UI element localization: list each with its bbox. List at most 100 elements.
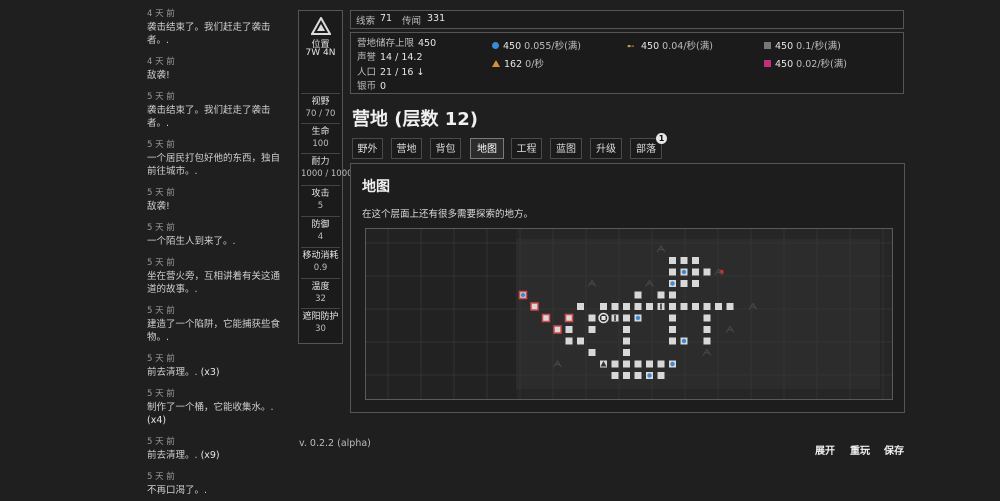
tab-label: 蓝图 [556, 144, 576, 155]
map-cell [646, 303, 653, 310]
log-text: 坐在营火旁，互相讲着有关这通道的故事。. [147, 271, 281, 295]
map-cell [669, 291, 676, 299]
tab-camp[interactable]: 营地 [391, 138, 422, 159]
clues-value: 71 [380, 13, 393, 24]
log-time: 5 天 前 [147, 258, 175, 268]
log-time: 5 天 前 [147, 188, 175, 198]
log-text: 敌袭! [147, 70, 170, 81]
map-canvas[interactable] [366, 229, 892, 399]
magenta-square-icon [764, 60, 771, 67]
log-text: 前去清理。. (x3) [147, 367, 220, 378]
map-cell [703, 268, 711, 276]
tab-label: 升级 [596, 144, 616, 155]
stat-health: 生命 100 [301, 123, 340, 150]
resource-item: 450 0.055/秒(满) [492, 38, 581, 52]
log-entry: 4 天 前袭击结束了。我们赶走了袭击者。. [147, 8, 287, 47]
clues-label: 线索 [356, 16, 376, 27]
stat-vision: 视野 70 / 70 [301, 93, 340, 120]
tab-wilderness[interactable]: 野外 [352, 138, 383, 159]
tab-engineering[interactable]: 工程 [511, 138, 542, 159]
map-cell [703, 326, 711, 333]
resource-amount: 162 [504, 59, 523, 70]
log-text: 建造了一个陷阱，它能捕获些食物。. [147, 319, 281, 343]
stat-value: 5 [317, 201, 324, 211]
tab-tribe[interactable]: 部落 1 [630, 133, 667, 159]
map-cell [623, 349, 630, 356]
tab-upgrade[interactable]: 升级 [590, 138, 622, 159]
blue-dot-icon [492, 42, 499, 49]
tab-label: 地图 [477, 144, 497, 155]
panel-description: 在这个层面上还有很多需要探索的地方。 [362, 209, 534, 220]
resource-panel: 营地储存上限 450 声誉 14 / 14.2 人口 21 / 16 ↓ 银币 0 45… [350, 32, 904, 94]
restart-button[interactable]: 重玩 [850, 442, 870, 457]
map-panel: 地图 在这个层面上还有很多需要探索的地方。 [350, 163, 905, 413]
map-resource-dot [681, 338, 687, 344]
tab-backpack[interactable]: 背包 [430, 138, 461, 159]
resource-rate: 0.02/秒(满) [796, 59, 847, 70]
map-cell [634, 360, 642, 368]
resource-rate: 0.04/秒(满) [662, 41, 713, 52]
map-cell [611, 372, 619, 379]
silver-value: 0 [380, 81, 387, 92]
map-resource-dot [670, 281, 675, 286]
reputation-row: 声誉 14 / 14.2 [357, 49, 423, 63]
logo-icon [311, 17, 331, 35]
map-cell [669, 303, 676, 310]
stat-key: 防御 [311, 220, 330, 230]
map-cell [669, 314, 676, 322]
resource-rate: 0.055/秒(满) [524, 41, 581, 52]
log-time: 5 天 前 [147, 354, 175, 364]
log-text: 制作了一个桶，它能收集水。. (x4) [147, 402, 274, 426]
tab-map[interactable]: 地图 [470, 138, 504, 159]
map-cell [669, 268, 676, 276]
map-path-cell [553, 325, 562, 334]
map-cell [588, 326, 596, 333]
map-resource-dot [647, 373, 652, 378]
stat-key: 生命 [311, 127, 330, 137]
log-text: 袭击结束了。我们赶走了袭击者。. [147, 105, 271, 129]
log-count: (x3) [200, 367, 220, 378]
map-resource-dot [635, 315, 641, 321]
map-cell [577, 303, 584, 310]
map-cell [692, 257, 699, 264]
resource-item: 450 0.1/秒(满) [764, 38, 841, 52]
map-cell [600, 303, 607, 310]
population-label: 人口 [357, 67, 377, 78]
stat-defense: 防御 4 [301, 216, 340, 243]
stat-key: 温度 [311, 282, 330, 292]
orange-triangle-icon [492, 60, 500, 67]
map-cell [680, 257, 688, 264]
tab-label: 野外 [357, 144, 378, 155]
log-text: 袭击结束了。我们赶走了袭击者。. [147, 22, 271, 46]
map-resource-dot [681, 269, 687, 275]
expand-button[interactable]: 展开 [815, 442, 835, 457]
stat-value: 70 / 70 [305, 109, 336, 119]
reputation-label: 声誉 [357, 52, 377, 63]
map-resource-dot [670, 361, 675, 367]
tab-blueprint[interactable]: 蓝图 [550, 138, 582, 159]
stat-value: 1000 / 1000 ↑ [301, 169, 363, 179]
tab-label: 营地 [396, 144, 417, 155]
level-map[interactable] [365, 228, 893, 400]
log-entry: 5 天 前前去清理。. (x9) [147, 436, 287, 462]
log-entry: 5 天 前前去清理。. (x3) [147, 353, 287, 379]
map-cell [692, 280, 699, 287]
map-cell [669, 326, 676, 333]
map-cell [669, 257, 676, 264]
silver-row: 银币 0 [357, 78, 386, 92]
map-cell [611, 303, 619, 310]
log-text: 前去清理。. (x9) [147, 450, 220, 461]
map-cell [611, 360, 619, 368]
map-path-cell [530, 302, 539, 311]
map-cell [623, 360, 630, 368]
stat-sun-protection: 遮阳防护 30 [301, 308, 340, 335]
save-button[interactable]: 保存 [884, 442, 904, 457]
map-cell [623, 337, 630, 345]
map-structure-icon [614, 315, 616, 321]
map-cell [634, 303, 642, 310]
resource-item: ➸ 450 0.04/秒(满) [627, 38, 713, 52]
camp-marker-icon [601, 316, 606, 320]
map-cell [577, 337, 584, 345]
map-cell [703, 337, 711, 345]
log-count: (x9) [200, 450, 220, 461]
